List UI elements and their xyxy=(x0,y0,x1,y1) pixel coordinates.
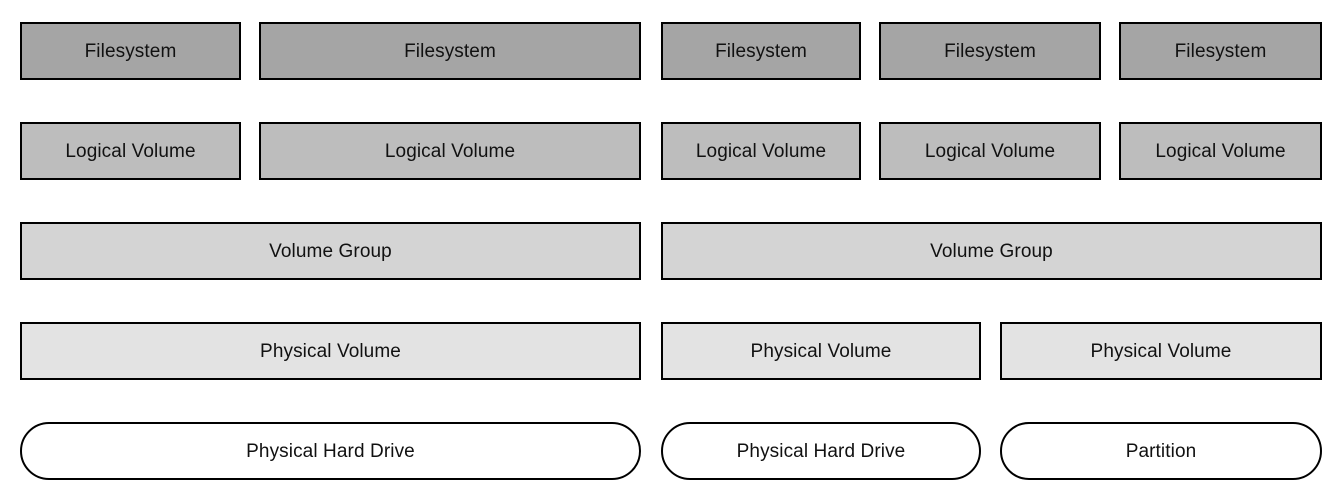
node-filesystem: Filesystem xyxy=(661,22,861,80)
node-label: Filesystem xyxy=(404,40,496,62)
node-label: Filesystem xyxy=(84,40,177,62)
node-volume-group: Volume Group xyxy=(20,222,641,280)
node-label: Partition xyxy=(1125,440,1197,462)
node-label: Physical Volume xyxy=(1090,340,1232,362)
node-filesystem: Filesystem xyxy=(879,22,1101,80)
node-label: Logical Volume xyxy=(1155,140,1286,162)
node-physical-volume: Physical Volume xyxy=(1000,322,1322,380)
node-device: Physical Hard Drive xyxy=(661,422,981,480)
node-filesystem: Filesystem xyxy=(1119,22,1322,80)
node-label: Logical Volume xyxy=(384,140,516,162)
node-label: Volume Group xyxy=(269,240,392,262)
node-logical-volume: Logical Volume xyxy=(259,122,641,180)
node-label: Physical Volume xyxy=(750,340,892,362)
node-logical-volume: Logical Volume xyxy=(20,122,241,180)
node-volume-group: Volume Group xyxy=(661,222,1322,280)
node-label: Filesystem xyxy=(944,40,1036,62)
node-device: Physical Hard Drive xyxy=(20,422,641,480)
node-label: Volume Group xyxy=(930,240,1053,262)
node-label: Physical Volume xyxy=(260,340,401,362)
node-logical-volume: Logical Volume xyxy=(879,122,1101,180)
node-physical-volume: Physical Volume xyxy=(20,322,641,380)
node-label: Physical Hard Drive xyxy=(736,440,906,462)
node-label: Physical Hard Drive xyxy=(246,440,415,462)
node-filesystem: Filesystem xyxy=(259,22,641,80)
node-physical-volume: Physical Volume xyxy=(661,322,981,380)
node-label: Logical Volume xyxy=(695,140,827,162)
node-filesystem: Filesystem xyxy=(20,22,241,80)
node-logical-volume: Logical Volume xyxy=(661,122,861,180)
lvm-stack-diagram: Filesystem Filesystem Filesystem Filesystem… xyxy=(0,0,1342,502)
node-label: Logical Volume xyxy=(65,140,196,162)
node-label: Filesystem xyxy=(1174,40,1267,62)
node-label: Filesystem xyxy=(715,40,807,62)
node-device: Partition xyxy=(1000,422,1322,480)
node-label: Logical Volume xyxy=(924,140,1056,162)
node-logical-volume: Logical Volume xyxy=(1119,122,1322,180)
